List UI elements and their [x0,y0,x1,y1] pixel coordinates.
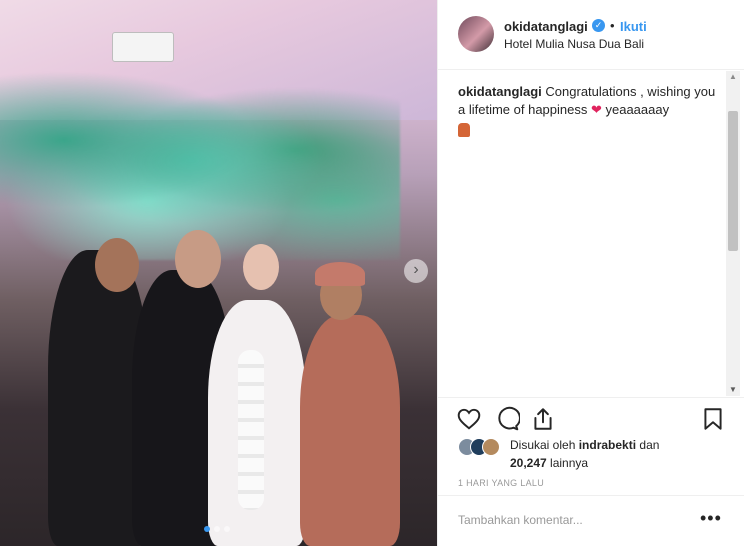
likes-suffix: lainnya [546,456,589,470]
comment-icon[interactable] [494,406,520,432]
elderly-woman-floral-dress [300,315,400,546]
carousel-dots [204,526,230,532]
caption-username[interactable]: okidatanglagi [458,84,542,99]
carousel-dot [224,526,230,532]
projector [112,32,174,62]
location-link[interactable]: Hotel Mulia Nusa Dua Bali [504,37,644,51]
share-icon[interactable] [530,406,556,432]
likes-mid: dan [636,438,660,452]
groom-head [175,230,221,288]
verified-badge-icon: ✓ [592,19,605,32]
post-photo[interactable]: › [0,0,437,546]
guest-woman-head [95,238,139,292]
likes-prefix: Disukai oleh [510,438,579,452]
username-link[interactable]: okidatanglagi [504,19,588,34]
likes-text: Disukai oleh indrabekti dan [510,438,659,452]
chevron-right-icon[interactable]: › [404,259,428,283]
liker-username-link[interactable]: indrabekti [579,438,636,452]
caption-tail: yeaaaaaay [601,102,670,117]
carousel-dot [214,526,220,532]
carousel-dot-active [204,526,210,532]
add-comment-section: ••• [438,495,744,546]
post-header: okidatanglagi ✓ • Ikuti Hotel Mulia Nusa… [438,0,744,70]
separator-dot: • [610,18,615,33]
comments-section: okidatanglagi Congratulations , wishing … [438,71,744,396]
post-timestamp[interactable]: 1 HARI YANG LALU [458,478,544,488]
likes-count: 20,247 [510,456,547,470]
red-heart-emoji: ❤ [590,102,602,117]
comments-scrollbar[interactable]: ▲ ▼ [726,71,740,396]
heart-icon[interactable] [456,406,482,432]
liker-avatars[interactable] [458,438,500,456]
likes-count-link[interactable]: 20,247 lainnya [510,456,588,470]
scroll-thumb[interactable] [728,111,738,251]
bridal-bouquet [238,350,264,510]
avatar[interactable] [458,16,494,52]
comment-input[interactable] [458,510,678,530]
post-actions: Disukai oleh indrabekti dan 20,247 lainn… [438,397,744,503]
cloche-hat [315,262,365,286]
caption: okidatanglagi Congratulations , wishing … [458,83,718,142]
post-sidebar: okidatanglagi ✓ • Ikuti Hotel Mulia Nusa… [437,0,744,546]
scroll-down-arrow-icon[interactable]: ▼ [726,384,740,396]
bride-head [243,244,279,290]
avatar [482,438,500,456]
bookmark-icon[interactable] [700,406,726,432]
follow-button[interactable]: Ikuti [620,19,647,34]
scroll-up-arrow-icon[interactable]: ▲ [726,71,740,83]
more-options-button[interactable]: ••• [700,508,722,529]
person-emoji-icon [458,123,470,137]
